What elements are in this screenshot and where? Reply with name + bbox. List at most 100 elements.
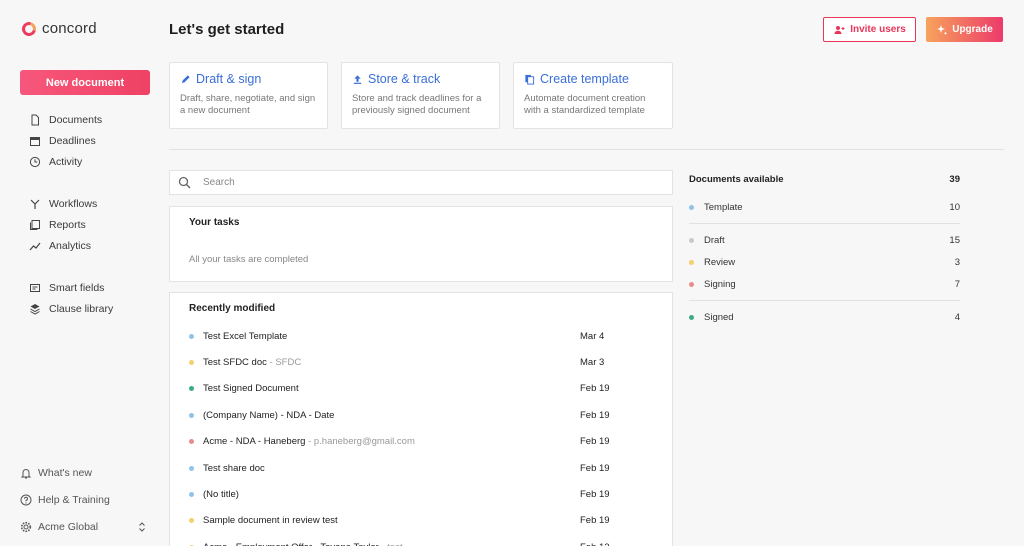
document-name: Acme - Employment Offer - Teyana Taylor … [203, 542, 580, 546]
table-row[interactable]: Test Excel Template Mar 4 [189, 323, 653, 349]
document-icon [31, 114, 39, 125]
status-dot [189, 412, 194, 418]
status-label: Template [689, 202, 743, 213]
analytics-icon [29, 242, 41, 250]
document-title: Acme - Employment Offer - Teyana Taylor [203, 542, 379, 546]
document-name: Test Excel Template [203, 331, 580, 342]
card-description: Draft, share, negotiate, and sign a new … [180, 93, 316, 116]
calendar-icon [30, 136, 40, 146]
status-dot [189, 360, 194, 366]
card-title: Create template [524, 72, 662, 86]
table-row[interactable]: Acme - Employment Offer - Teyana Taylor … [189, 534, 653, 546]
table-row[interactable]: Test share doc Feb 19 [189, 455, 653, 481]
sidebar-item-documents[interactable]: Documents [29, 109, 102, 130]
upload-icon [353, 74, 362, 84]
status-dot [689, 281, 694, 287]
draft-sign-card[interactable]: Draft & sign Draft, share, negotiate, an… [169, 62, 328, 129]
table-row[interactable]: (No title) Feb 19 [189, 481, 653, 507]
new-document-button[interactable]: New document [20, 70, 150, 95]
table-row[interactable]: Test SFDC doc - SFDC Mar 3 [189, 349, 653, 375]
status-name: Review [704, 256, 736, 268]
tasks-empty-message: All your tasks are completed [189, 254, 309, 265]
store-track-card[interactable]: Store & track Store and track deadlines … [341, 62, 500, 129]
table-row[interactable]: (Company Name) - NDA - Date Feb 19 [189, 402, 653, 428]
document-title: Acme - NDA - Haneberg [203, 436, 306, 448]
card-title-label: Draft & sign [196, 72, 262, 86]
tasks-title: Your tasks [189, 217, 240, 228]
status-dot [689, 204, 694, 210]
document-title: Sample document in review test [203, 515, 338, 527]
recent-documents-list: Test Excel Template Mar 4 Test SFDC doc - … [189, 323, 653, 546]
status-count-draft[interactable]: Draft 15 [689, 229, 960, 251]
modified-date: Mar 4 [580, 330, 605, 342]
sidebar-item-reports[interactable]: Reports [29, 214, 97, 235]
status-count-signed[interactable]: Signed 4 [689, 306, 960, 328]
table-row[interactable]: Test Signed Document Feb 19 [189, 376, 653, 402]
whats-new-link[interactable]: What's new [20, 467, 92, 479]
help-training-link[interactable]: Help & Training [20, 494, 110, 506]
status-dot [189, 492, 194, 498]
brand-name: concord [42, 20, 97, 37]
document-title: (Company Name) - NDA - Date [203, 409, 335, 421]
sidebar-item-clause-library[interactable]: Clause library [29, 298, 113, 319]
table-row[interactable]: Acme - NDA - Haneberg - p.haneberg@gmail… [189, 429, 653, 455]
divider [689, 300, 960, 301]
help-training-label: Help & Training [38, 494, 110, 506]
sidebar-item-smart-fields[interactable]: Smart fields [29, 277, 113, 298]
search-input[interactable] [203, 177, 643, 188]
status-dot [189, 386, 194, 392]
modified-date: Feb 19 [580, 436, 610, 448]
status-count-template[interactable]: Template 10 [689, 196, 960, 218]
status-dot [189, 333, 194, 339]
document-name: Test share doc [203, 463, 580, 474]
status-dot [689, 237, 694, 243]
sidebar-item-activity[interactable]: Activity [29, 151, 102, 172]
table-row[interactable]: Sample document in review test Feb 19 [189, 508, 653, 534]
sidebar-item-deadlines[interactable]: Deadlines [29, 130, 102, 151]
page-title: Let's get started [169, 21, 285, 38]
sidebar-item-label: Reports [49, 218, 86, 231]
sidebar-item-workflows[interactable]: Workflows [29, 193, 97, 214]
document-name: (No title) [203, 489, 580, 500]
section-divider [169, 149, 1004, 150]
status-count: 7 [954, 278, 960, 290]
document-name: Test SFDC doc - SFDC [203, 357, 580, 368]
document-subtitle: - test [379, 542, 402, 546]
sidebar-item-label: Workflows [49, 197, 98, 210]
sparkle-icon [937, 24, 948, 35]
status-name: Draft [704, 234, 725, 246]
status-count: 4 [954, 311, 960, 323]
status-dot [189, 518, 194, 524]
reports-icon [30, 219, 40, 230]
add-user-icon [834, 25, 845, 34]
invite-users-button[interactable]: Invite users [823, 17, 916, 42]
modified-date: Feb 19 [580, 515, 610, 527]
status-dot [189, 439, 194, 445]
org-switcher[interactable]: Acme Global [20, 521, 148, 533]
status-count-review[interactable]: Review 3 [689, 251, 960, 273]
smart-fields-icon [30, 283, 40, 292]
org-name: Acme Global [38, 521, 99, 533]
upgrade-button[interactable]: Upgrade [926, 17, 1003, 42]
sidebar-item-label: Clause library [49, 302, 114, 315]
clause-library-icon [30, 303, 40, 315]
create-template-card[interactable]: Create template Automate document creati… [513, 62, 673, 129]
status-count: 15 [949, 234, 960, 246]
sidebar-item-label: Deadlines [49, 134, 96, 147]
status-name: Signing [704, 278, 736, 290]
upgrade-label: Upgrade [952, 24, 993, 35]
card-title: Draft & sign [180, 72, 317, 86]
invite-users-label: Invite users [850, 24, 906, 35]
sidebar-item-analytics[interactable]: Analytics [29, 235, 97, 256]
search-bar [169, 170, 673, 195]
document-name: (Company Name) - NDA - Date [203, 410, 580, 421]
modified-date: Feb 19 [580, 383, 610, 395]
status-name: Template [704, 201, 743, 213]
status-dot [689, 259, 694, 265]
concord-logo[interactable]: concord [19, 18, 97, 39]
status-label: Signing [689, 279, 736, 290]
status-count-signing[interactable]: Signing 7 [689, 273, 960, 295]
documents-available-header: Documents available 39 [689, 174, 960, 188]
status-dot [689, 314, 694, 320]
concord-logo-icon [19, 18, 39, 39]
